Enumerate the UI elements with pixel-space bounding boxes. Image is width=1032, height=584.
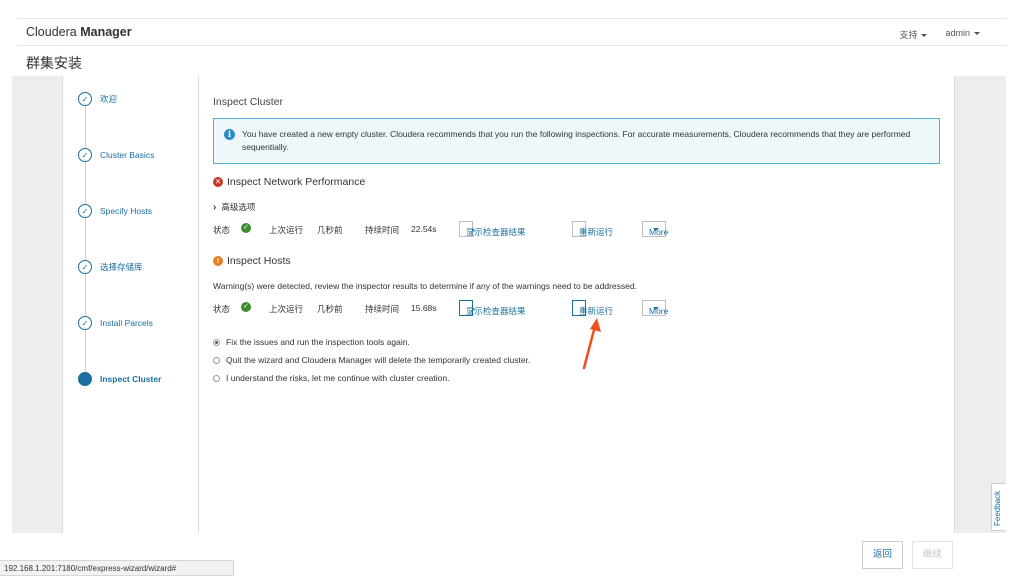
status-label: 状态 [213, 304, 231, 314]
support-menu[interactable]: 支持 [899, 28, 928, 41]
step-label: Install Parcels [100, 318, 153, 328]
hosts-inspection-title: ! Inspect Hosts [213, 255, 291, 267]
top-navbar: Cloudera Manager 支持 admin [18, 18, 1006, 46]
option-label: Fix the issues and run the inspection to… [226, 337, 410, 347]
duration-value: 22.54s [411, 224, 437, 234]
option-fix-issues[interactable]: Fix the issues and run the inspection to… [213, 337, 410, 347]
wizard-frame: ✓ 欢迎 ✓ Cluster Basics ✓ Specify Hosts ✓ … [12, 76, 1006, 533]
warning-icon: ! [213, 256, 223, 266]
advanced-options-label: 高级选项 [221, 202, 256, 212]
more-label: More [649, 227, 669, 237]
caret-down-icon [974, 32, 980, 36]
step-label: Specify Hosts [100, 206, 152, 216]
duration-label: 持续时间 [365, 304, 400, 314]
more-dropdown-button[interactable]: More [642, 221, 669, 237]
success-check-icon: ✓ [241, 223, 251, 233]
hosts-status-row: 状态 ✓ 上次运行 几秒前 持续时间 15.68s 显示检查器结果 ↗ 重新运行 … [213, 300, 693, 316]
status-label: 状态 [213, 225, 231, 235]
rerun-label: 重新运行 [579, 227, 614, 237]
error-icon: ✕ [213, 177, 223, 187]
info-icon: i [224, 129, 235, 140]
check-icon: ✓ [78, 316, 92, 330]
more-dropdown-button[interactable]: More [642, 300, 669, 316]
network-inspection-title: ✕ Inspect Network Performance [213, 176, 365, 188]
check-icon: ✓ [78, 148, 92, 162]
radio-unselected[interactable] [213, 356, 220, 364]
hosts-inspection-label: Inspect Hosts [227, 255, 291, 267]
page-title: 群集安装 [26, 55, 82, 71]
check-icon: ✓ [78, 204, 92, 218]
brand-light-text: Cloudera [26, 25, 77, 39]
duration-label: 持续时间 [365, 225, 400, 235]
last-run-value: 几秒前 [317, 304, 343, 314]
brand-logo[interactable]: Cloudera Manager [26, 25, 132, 39]
show-results-button[interactable]: 显示检查器结果 ↗ [459, 300, 526, 316]
step-install-parcels[interactable]: ✓ Install Parcels [78, 316, 153, 330]
step-cluster-basics[interactable]: ✓ Cluster Basics [78, 148, 154, 162]
network-status-row: 状态 ✓ 上次运行 几秒前 持续时间 22.54s 显示检查器结果 ↗ 重新运行 … [213, 221, 693, 237]
last-run-label: 上次运行 [269, 225, 304, 235]
hosts-warning-text: Warning(s) were detected, review the ins… [213, 281, 637, 291]
brand-bold-text: Manager [80, 25, 132, 39]
user-menu-label: admin [945, 28, 970, 38]
network-inspection-label: Inspect Network Performance [227, 176, 366, 188]
advanced-options-toggle[interactable]: › 高级选项 [213, 201, 255, 213]
caret-down-icon [921, 34, 928, 38]
option-quit-wizard[interactable]: Quit the wizard and Cloudera Manager wil… [213, 355, 530, 365]
check-icon: ✓ [78, 92, 92, 106]
steps-connector-line [85, 100, 86, 382]
rerun-button[interactable]: 重新运行 [572, 300, 613, 316]
info-text: You have created a new empty cluster. Cl… [242, 129, 911, 152]
step-label: Cluster Basics [100, 150, 155, 160]
radio-selected[interactable] [213, 338, 220, 346]
last-run-value: 几秒前 [317, 225, 343, 235]
wizard-steps-sidebar: ✓ 欢迎 ✓ Cluster Basics ✓ Specify Hosts ✓ … [62, 76, 199, 533]
back-button[interactable]: 返回 [862, 541, 904, 569]
chevron-right-icon: › [213, 201, 217, 213]
rerun-button[interactable]: 重新运行 [572, 221, 613, 237]
step-label: Inspect Cluster [100, 374, 162, 384]
option-continue-anyway[interactable]: I understand the risks, let me continue … [213, 373, 449, 383]
top-nav-menu: 支持 admin [899, 28, 980, 41]
external-link-icon: ↗ [469, 227, 476, 236]
duration-value: 15.68s [411, 303, 437, 313]
option-label: I understand the risks, let me continue … [226, 373, 450, 383]
success-check-icon: ✓ [241, 302, 251, 312]
step-select-repository[interactable]: ✓ 选择存储库 [78, 260, 143, 274]
feedback-tab[interactable]: Feedback [991, 483, 1006, 531]
main-content: Inspect Cluster i You have created a new… [199, 76, 955, 533]
step-label: 选择存储库 [100, 262, 143, 272]
browser-status-url: 192.168.1.201:7180/cmf/express-wizard/wi… [0, 560, 234, 576]
last-run-label: 上次运行 [269, 304, 304, 314]
step-label: 欢迎 [100, 94, 118, 104]
check-icon: ✓ [78, 260, 92, 274]
radio-unselected[interactable] [213, 374, 220, 382]
section-title: Inspect Cluster [213, 96, 284, 108]
step-inspect-cluster[interactable]: Inspect Cluster [78, 372, 161, 386]
feedback-label: Feedback [993, 490, 1002, 526]
continue-button[interactable]: 继续 [912, 541, 954, 569]
rerun-label: 重新运行 [579, 306, 614, 316]
user-menu[interactable]: admin [945, 28, 980, 41]
external-link-icon: ↗ [469, 306, 476, 315]
info-alert: i You have created a new empty cluster. … [213, 118, 940, 164]
step-specify-hosts[interactable]: ✓ Specify Hosts [78, 204, 152, 218]
support-menu-label: 支持 [899, 30, 918, 40]
show-results-button[interactable]: 显示检查器结果 ↗ [459, 221, 526, 237]
option-label: Quit the wizard and Cloudera Manager wil… [226, 355, 531, 365]
more-label: More [649, 306, 669, 316]
annotation-arrow-icon [582, 318, 601, 370]
current-step-dot-icon [78, 372, 92, 386]
step-welcome[interactable]: ✓ 欢迎 [78, 92, 117, 106]
